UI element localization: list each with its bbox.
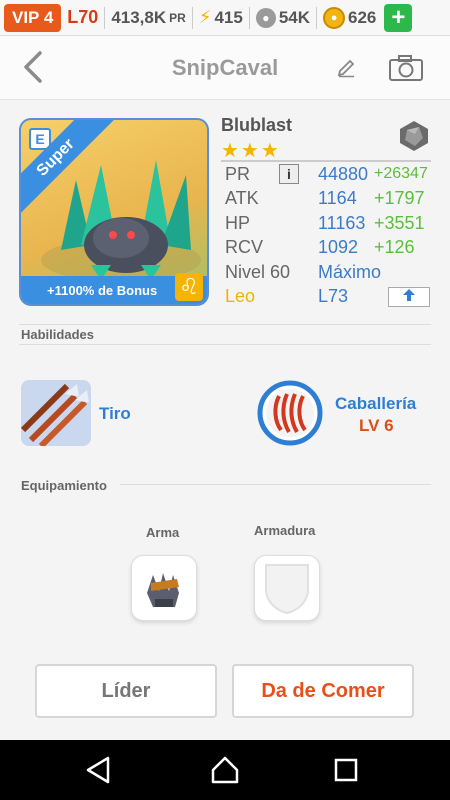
stat-label: RCV <box>225 237 264 258</box>
coins-display[interactable]: ● 626 <box>323 6 377 29</box>
stat-bonus: +3551 <box>374 212 425 233</box>
chevron-left-icon[interactable] <box>22 50 44 90</box>
back-triangle-icon[interactable] <box>82 752 118 788</box>
energy-value: 415 <box>214 7 243 27</box>
stat-row-rcv: RCV 1092 +126 <box>221 236 431 261</box>
up-arrow-icon[interactable] <box>388 286 430 307</box>
coin-icon: ● <box>323 6 346 29</box>
leader-button[interactable]: Líder <box>35 664 217 718</box>
stat-label: PR <box>225 163 251 184</box>
skill-name: Caballería <box>335 394 417 413</box>
stat-row-hp: HP 11163 +3551 <box>221 211 431 236</box>
stat-bonus: +126 <box>374 237 415 258</box>
recents-icon[interactable] <box>328 752 364 788</box>
divider <box>191 6 193 29</box>
vip-badge[interactable]: VIP 4 <box>4 3 62 32</box>
section-title-equipment: Equipamiento <box>21 478 107 493</box>
power-value: 413,8K <box>111 7 167 27</box>
stat-label: ATK <box>225 188 259 209</box>
divider <box>248 6 250 29</box>
stat-value: Máximo <box>318 261 382 282</box>
android-nav-bar <box>0 740 450 800</box>
energy-display[interactable]: ⚡ 415 <box>199 7 243 28</box>
stat-value: 11163 <box>318 212 366 233</box>
stat-value: L73 <box>318 286 349 307</box>
stat-row-level: Nivel 60 Máximo <box>221 260 431 285</box>
skill-level: LV 6 <box>359 416 394 435</box>
lightning-icon: ⚡ <box>198 7 212 27</box>
paw-icon: ● <box>255 7 276 28</box>
divider <box>19 324 431 325</box>
power-suffix: PR <box>169 10 186 25</box>
power-display: 413,8K PR <box>111 8 186 28</box>
page-header: SnipCaval <box>0 36 450 100</box>
weapon-label: Arma <box>146 525 180 540</box>
divider <box>19 344 431 345</box>
info-icon[interactable]: i <box>279 164 299 184</box>
stat-row-pr: PR i 44880 +26347 <box>221 162 431 187</box>
shield-icon <box>265 564 309 615</box>
coins-value: 626 <box>348 7 377 27</box>
stat-row-atk: ATK 1164 +1797 <box>221 187 431 212</box>
arrows-skill-icon[interactable] <box>21 380 91 446</box>
divider <box>316 6 318 29</box>
stat-value: 1092 <box>318 237 359 258</box>
paws-display[interactable]: ● 54K <box>255 7 311 28</box>
divider <box>120 484 431 485</box>
skill-name: Tiro <box>99 404 131 423</box>
claw-skill-icon[interactable] <box>257 380 323 446</box>
creature-name: Blublast <box>221 115 293 135</box>
stat-bonus: +1797 <box>374 188 425 209</box>
weapon-slot[interactable] <box>131 555 197 621</box>
section-title-skills: Habilidades <box>21 327 94 342</box>
armor-slot[interactable] <box>254 555 320 621</box>
pencil-icon[interactable] <box>336 58 356 83</box>
stat-value: 1164 <box>318 188 357 209</box>
camera-icon[interactable] <box>388 54 424 87</box>
creature-portrait[interactable]: E Super +1100% de Bonus ♌ <box>19 118 209 306</box>
stat-value: 44880 <box>318 163 369 184</box>
armor-label: Armadura <box>254 523 316 538</box>
stat-label: Leo <box>225 286 256 307</box>
stat-row-sign: Leo L73 <box>221 285 431 310</box>
gauntlet-icon <box>147 573 179 607</box>
rock-hexagon-icon[interactable] <box>398 120 430 152</box>
add-coins-button[interactable]: + <box>384 3 413 32</box>
divider <box>104 6 106 29</box>
feed-button[interactable]: Da de Comer <box>232 664 414 718</box>
page-title: SnipCaval <box>171 54 279 80</box>
stats-panel: PR i 44880 +26347 ATK 1164 +1797 HP 1116… <box>221 160 431 314</box>
status-bar: VIP 4 L70 413,8K PR ⚡ 415 ● 54K ● 626 + <box>0 0 450 36</box>
home-icon[interactable] <box>207 752 243 788</box>
leo-zodiac-icon: ♌ <box>175 273 203 301</box>
paws-value: 54K <box>278 7 311 27</box>
stat-label: Nivel 60 <box>225 261 291 282</box>
player-level: L70 <box>67 7 99 27</box>
stat-label: HP <box>225 212 251 233</box>
stat-bonus: +26347 <box>374 165 428 183</box>
